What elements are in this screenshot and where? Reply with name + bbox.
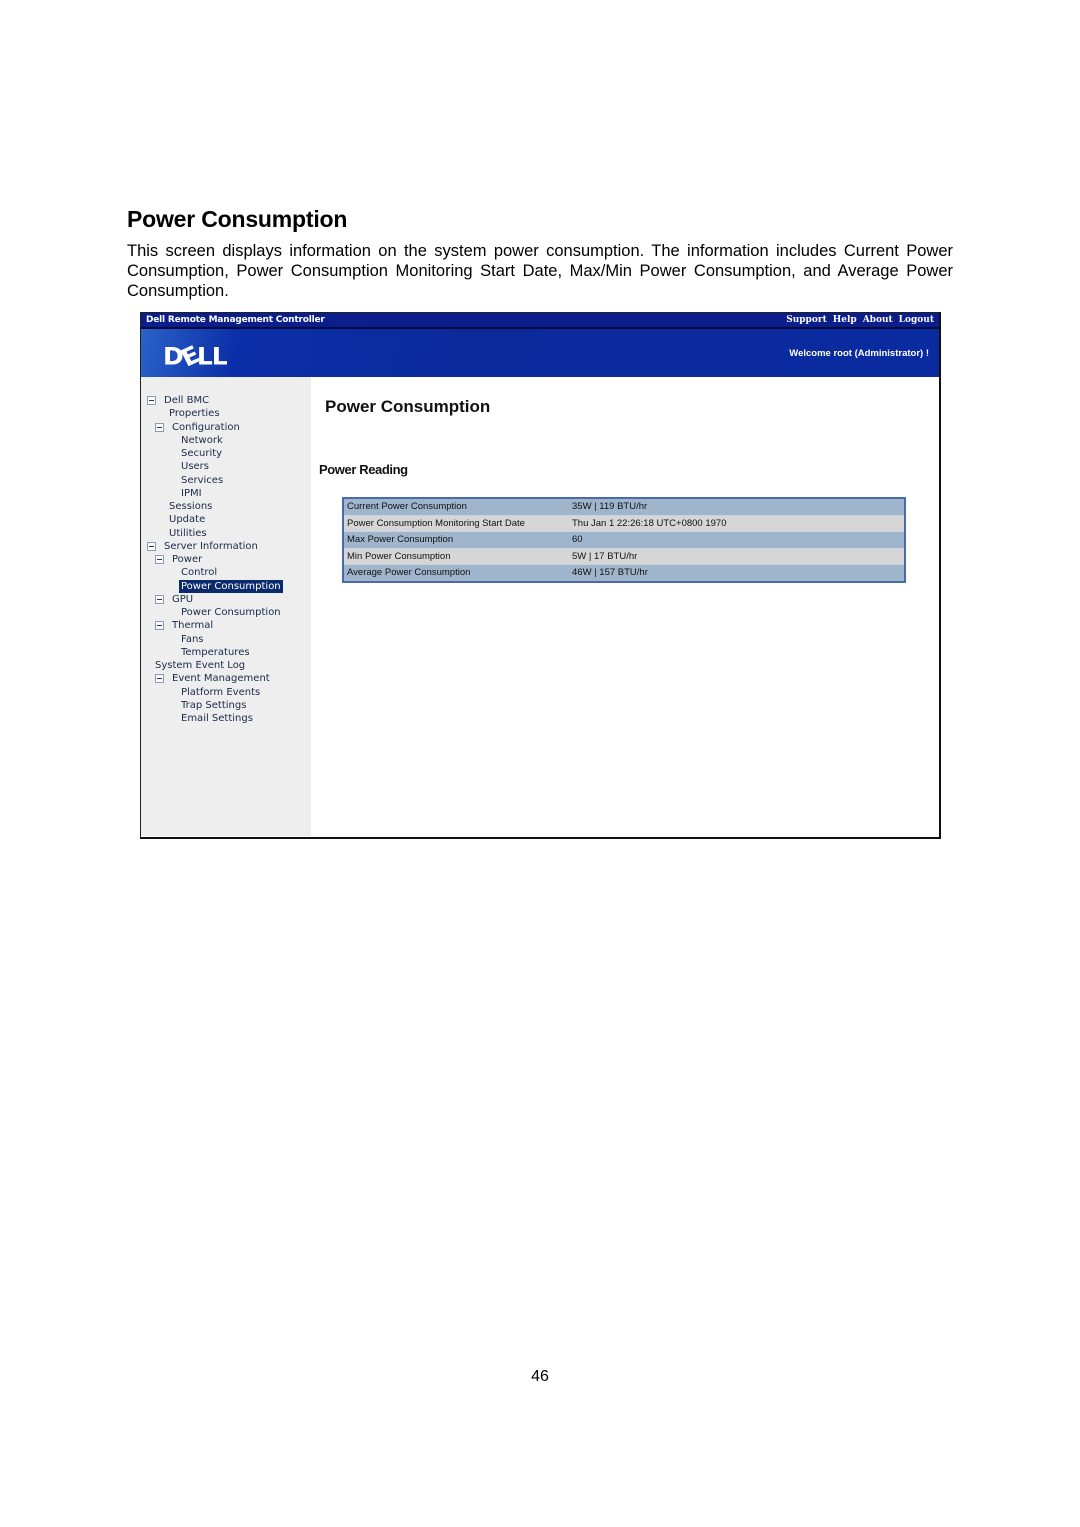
collapse-icon[interactable]: [147, 541, 156, 551]
row-label: Max Power Consumption: [343, 531, 569, 549]
sidebar-item-thermal[interactable]: Thermal: [141, 619, 311, 632]
sidebar-item-label: GPU: [172, 593, 194, 605]
sidebar-item-label: Update: [169, 514, 206, 526]
sidebar-item-label: Trap Settings: [181, 699, 247, 711]
top-bar: Dell Remote Management Controller Suppor…: [141, 313, 939, 329]
sidebar-item-label: System Event Log: [155, 660, 246, 672]
collapse-icon[interactable]: [155, 422, 164, 432]
page-title: Power Consumption: [325, 397, 491, 416]
sidebar-item-dell-bmc[interactable]: Dell BMC: [141, 394, 311, 407]
sidebar-item-label: Fans: [181, 633, 204, 645]
collapse-icon[interactable]: [155, 594, 164, 604]
sidebar-item-label: Event Management: [172, 673, 270, 685]
sidebar-item-label: Email Settings: [181, 713, 253, 725]
row-label: Current Power Consumption: [343, 498, 569, 516]
sidebar-item-network[interactable]: Network: [141, 434, 311, 447]
sidebar-item-event-management[interactable]: Event Management: [141, 672, 311, 685]
sidebar-item-services[interactable]: Services: [141, 474, 311, 487]
table-row: Current Power Consumption 35W | 119 BTU/h…: [343, 498, 905, 516]
app-title: Dell Remote Management Controller: [146, 315, 325, 325]
about-link[interactable]: About: [863, 315, 893, 325]
sidebar-item-label: Power Consumption: [181, 607, 281, 619]
sidebar-item-label: Users: [181, 461, 210, 473]
sidebar-item-label: Services: [181, 474, 224, 486]
sidebar-item-power-consumption[interactable]: Power Consumption: [141, 579, 311, 593]
power-reading-table: Current Power Consumption 35W | 119 BTU/h…: [342, 497, 906, 583]
collapse-icon[interactable]: [155, 621, 164, 631]
top-links: Support Help About Logout: [786, 315, 934, 325]
sidebar-item-label: Power: [172, 554, 203, 566]
sidebar-item-label: Server Information: [164, 540, 258, 552]
sidebar-item-platform-events[interactable]: Platform Events: [141, 686, 311, 699]
sidebar-item-power-consumption[interactable]: Power Consumption: [141, 606, 311, 619]
sidebar-item-security[interactable]: Security: [141, 447, 311, 460]
sidebar-item-label: Utilities: [169, 527, 207, 539]
row-value: 5W | 17 BTU/hr: [569, 548, 905, 565]
sidebar-item-label: Control: [181, 567, 218, 579]
sidebar-item-sessions[interactable]: Sessions: [141, 500, 311, 513]
sidebar-item-label: Properties: [169, 408, 220, 420]
row-label: Min Power Consumption: [343, 548, 569, 565]
collapse-icon[interactable]: [155, 674, 164, 684]
logout-link[interactable]: Logout: [899, 315, 934, 325]
collapse-icon[interactable]: [155, 555, 164, 565]
welcome-text: Welcome root (Administrator) !: [789, 348, 929, 359]
table-row: Average Power Consumption 46W | 157 BTU/h…: [343, 564, 905, 582]
document-paragraph: This screen displays information on the …: [127, 242, 953, 300]
sidebar-item-control[interactable]: Control: [141, 566, 311, 579]
sidebar-item-email-settings[interactable]: Email Settings: [141, 712, 311, 725]
sidebar-item-trap-settings[interactable]: Trap Settings: [141, 699, 311, 712]
sidebar-item-gpu[interactable]: GPU: [141, 593, 311, 606]
sidebar-item-utilities[interactable]: Utilities: [141, 527, 311, 540]
help-link[interactable]: Help: [833, 315, 857, 325]
row-value: 46W | 157 BTU/hr: [569, 564, 905, 582]
sidebar-item-label: Temperatures: [181, 646, 250, 658]
row-label: Power Consumption Monitoring Start Date: [343, 515, 569, 532]
body-area: Dell BMC Properties Configuration Network Se…: [141, 377, 939, 836]
sidebar-item-users[interactable]: Users: [141, 460, 311, 473]
sidebar-item-label: Network: [181, 434, 223, 446]
sidebar-item-system-event-log[interactable]: System Event Log: [141, 659, 311, 672]
dell-logo: DELL: [163, 341, 228, 372]
table-row: Min Power Consumption 5W | 17 BTU/hr: [343, 548, 905, 565]
sidebar-item-label: Dell BMC: [164, 395, 210, 407]
banner: DELL Welcome root (Administrator) !: [141, 329, 939, 377]
sidebar-item-label: Configuration: [172, 421, 240, 433]
sidebar-item-fans[interactable]: Fans: [141, 633, 311, 646]
sidebar-item-label: Platform Events: [181, 686, 261, 698]
sidebar-tree: Dell BMC Properties Configuration Network Se…: [141, 377, 311, 836]
sidebar-item-label: Power Consumption: [179, 579, 283, 593]
sidebar-item-ipmi[interactable]: IPMI: [141, 487, 311, 500]
sidebar-item-temperatures[interactable]: Temperatures: [141, 646, 311, 659]
content-pane: Power Consumption Power Reading Current …: [311, 377, 939, 836]
row-label: Average Power Consumption: [343, 564, 569, 582]
sidebar-item-update[interactable]: Update: [141, 513, 311, 526]
row-value: Thu Jan 1 22:26:18 UTC+0800 1970: [569, 515, 905, 532]
sidebar-item-label: Sessions: [169, 501, 213, 513]
sidebar-item-properties[interactable]: Properties: [141, 407, 311, 420]
table-row: Max Power Consumption 60: [343, 531, 905, 549]
collapse-icon[interactable]: [147, 396, 156, 406]
sidebar-item-label: Thermal: [172, 620, 214, 632]
sidebar-item-configuration[interactable]: Configuration: [141, 421, 311, 434]
sidebar-item-label: Security: [181, 448, 223, 460]
section-title: Power Reading: [319, 462, 408, 477]
table-row: Power Consumption Monitoring Start Date T…: [343, 515, 905, 532]
sidebar-item-label: IPMI: [181, 487, 202, 499]
support-link[interactable]: Support: [786, 315, 827, 325]
sidebar-item-power[interactable]: Power: [141, 553, 311, 566]
page-number: 46: [531, 1368, 549, 1385]
document-heading: Power Consumption: [127, 206, 348, 232]
screenshot-frame: Dell Remote Management Controller Suppor…: [140, 312, 941, 839]
row-value: 35W | 119 BTU/hr: [569, 498, 905, 516]
row-value: 60: [569, 531, 905, 549]
sidebar-item-server-information[interactable]: Server Information: [141, 540, 311, 553]
